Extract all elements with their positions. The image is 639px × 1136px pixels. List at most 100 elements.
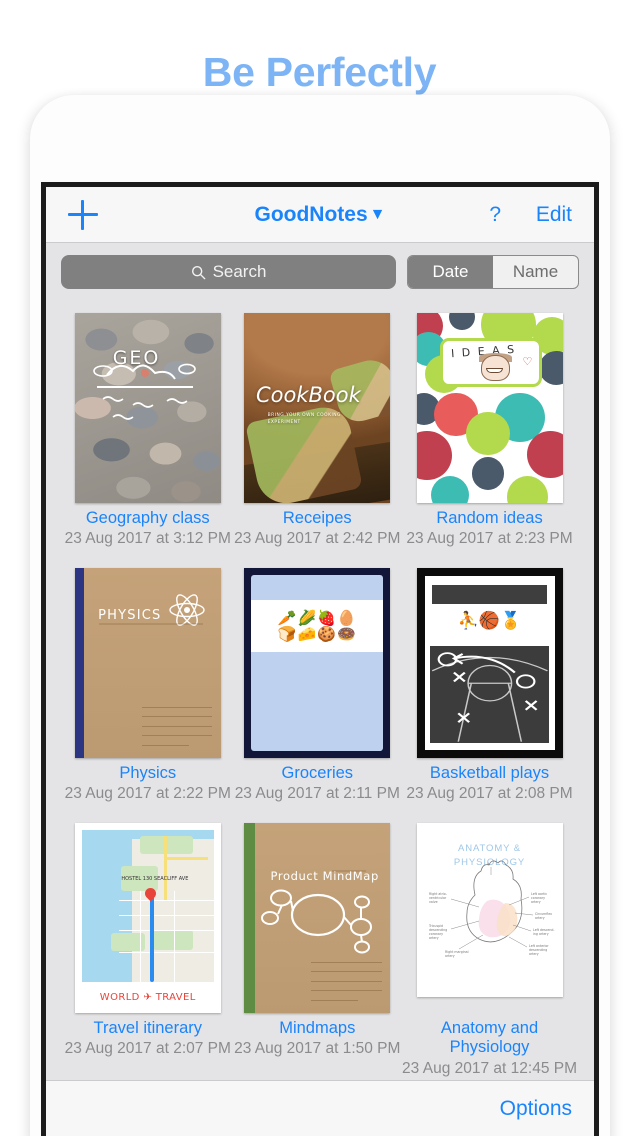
notebook-item[interactable]: PHYSICS Physics 23 Aug 2017 at 2:22 PM [63,568,233,823]
notebook-cover-pebbles[interactable]: GEO [74,313,221,503]
notebook-date: 23 Aug 2017 at 12:45 PM [402,1059,577,1077]
notebook-cover-basketball[interactable]: ⛹🏀🏅 [416,568,563,758]
search-placeholder: Search [212,262,267,281]
notebook-item[interactable]: 🥕🌽🍓🥚 🍞🧀🍪🍩 Groceries 23 Aug 2017 at 2:11 … [233,568,403,823]
cover-container[interactable]: 🥕🌽🍓🥚 🍞🧀🍪🍩 [244,568,391,758]
map-route [150,893,154,982]
svg-text:valve: valve [429,900,438,904]
svg-text:artery: artery [535,916,545,920]
notebook-title[interactable]: Physics [119,764,176,783]
edit-button[interactable]: Edit [536,203,572,227]
map-highway [163,836,167,900]
svg-text:artery: artery [529,952,539,956]
cover-art-band: 🥕🌽🍓🥚 🍞🧀🍪🍩 [251,599,384,653]
help-button[interactable]: ? [489,203,501,227]
cover-art-rule [141,706,212,708]
cover-art-rule [141,716,212,718]
search-input[interactable]: Search [61,255,396,289]
cover-art-header-bar [432,584,547,604]
notebook-title[interactable]: Mindmaps [279,1019,355,1038]
notebook-title[interactable]: Groceries [282,764,354,783]
notebook-item[interactable]: ANATOMY & PHYSIOLOGY Right atrio- ventri… [402,823,577,1078]
notebook-item[interactable]: GEO Geography class 23 Aug 2017 at 3:12 … [63,313,233,568]
notebook-date: 23 Aug 2017 at 1:50 PM [234,1040,401,1058]
cover-art-rule [311,971,382,973]
cover-art-label: CookBook [255,383,361,408]
notebook-title[interactable]: Anatomy and Physiology [441,1019,538,1058]
cover-container[interactable]: GEO [74,313,221,503]
map-street [139,890,142,982]
cover-container[interactable]: Product MindMap [244,823,391,1013]
notebook-cover-groceries[interactable]: 🥕🌽🍓🥚 🍞🧀🍪🍩 [244,568,391,758]
svg-text:artery: artery [445,954,455,958]
notebook-item[interactable]: ⛹🏀🏅 Basketball plays 23 Aug 2017 at 2:08… [402,568,577,823]
map-park [153,930,193,950]
options-button[interactable]: Options [500,1097,572,1121]
cover-art-court [429,645,550,744]
map-street [118,899,214,902]
notebook-item[interactable]: CookBook BRING YOUR OWN COOKING EXPERIME… [233,313,403,568]
search-icon [191,265,205,279]
notebook-item[interactable]: I D E A S ♡ Random ideas 23 Aug 2017 at … [402,313,577,568]
library-title-dropdown[interactable]: GoodNotes ▼ [46,203,594,227]
cover-container[interactable]: CookBook BRING YOUR OWN COOKING EXPERIME… [244,313,391,503]
notebook-grid: GEO Geography class 23 Aug 2017 at 3:12 … [46,301,594,1078]
cover-art-dot [416,430,452,481]
heart-diagram-icon: Right atrio-ventricularvalve Tricuspidde… [428,860,554,958]
cover-art-rule [311,990,382,992]
notebook-cover-cookbook[interactable]: CookBook BRING YOUR OWN COOKING EXPERIME… [244,313,391,503]
cover-container[interactable]: ⛹🏀🏅 [416,568,563,758]
mindmap-diagram-icon [261,870,373,954]
notebook-title[interactable]: Basketball plays [430,764,549,783]
cover-art-label: 🥕🌽🍓🥚 [277,609,357,627]
notebook-cover-dots[interactable]: I D E A S ♡ [416,313,563,503]
atom-icon [98,594,205,626]
search-inner: Search [191,262,267,282]
cover-art-rule [311,961,382,963]
notebook-cover-anatomy[interactable]: ANATOMY & PHYSIOLOGY Right atrio- ventri… [416,823,563,997]
cover-doodle-icon [92,363,196,420]
cover-container[interactable]: PHYSICS [74,568,221,758]
notebook-title[interactable]: Random ideas [436,509,542,528]
notebook-cover-mindmap[interactable]: Product MindMap [244,823,391,1013]
notebook-cover-physics[interactable]: PHYSICS [74,568,221,758]
svg-text:ing artery: ing artery [533,932,549,936]
library-scroll-area[interactable]: GEO Geography class 23 Aug 2017 at 3:12 … [46,301,594,1099]
notebook-title[interactable]: Geography class [86,509,210,528]
notebook-date: 23 Aug 2017 at 2:42 PM [234,530,401,548]
screenshot-root: Be Perfectly Organized GoodNotes▼ ? Edit [0,0,639,1136]
sort-segment-date[interactable]: Date [408,256,493,288]
map-land [131,839,214,982]
notebook-item[interactable]: Product MindMap Mindmaps 23 Aug 2017 at … [233,823,403,1078]
sort-segment-name[interactable]: Name [493,256,578,288]
notebook-date: 23 Aug 2017 at 2:07 PM [64,1040,231,1058]
navigation-bar: GoodNotes ▼ ? Edit [46,187,594,243]
cover-art-rule [141,725,212,727]
cover-art-rule [141,735,212,737]
map-street [174,890,176,982]
cover-art-label: WORLD ✈ TRAVEL [99,991,196,1003]
svg-text:artery: artery [531,900,541,904]
notebook-cover-travel[interactable]: HOSTEL 130 SEACLIFF AVE WORLD ✈ TRAVEL [74,823,221,1013]
notebook-title[interactable]: Receipes [283,509,352,528]
notebook-title-line-1: Anatomy and [440,1019,539,1037]
map-street [118,951,214,953]
cover-art-page: 🥕🌽🍓🥚 🍞🧀🍪🍩 [251,575,384,751]
map-highway [163,857,209,861]
cover-container[interactable]: ANATOMY & PHYSIOLOGY Right atrio- ventri… [416,823,563,1013]
cover-art-rule [141,744,189,746]
notebook-title[interactable]: Travel itinerary [94,1019,203,1038]
app-screen: GoodNotes ▼ ? Edit Search Date Name GEO … [46,187,594,1136]
notebook-date: 23 Aug 2017 at 2:11 PM [234,785,400,803]
cover-container[interactable]: HOSTEL 130 SEACLIFF AVE WORLD ✈ TRAVEL [74,823,221,1013]
cover-art-dot [539,351,563,386]
headline-line-1: Be Perfectly [202,49,437,95]
notebook-item[interactable]: HOSTEL 130 SEACLIFF AVE WORLD ✈ TRAVEL T… [63,823,233,1078]
cover-container[interactable]: I D E A S ♡ [416,313,563,503]
court-diagram-icon [431,651,548,742]
sort-segmented-control[interactable]: Date Name [407,255,579,289]
cover-art-rule [311,980,382,982]
search-sort-toolbar: Search Date Name [46,243,594,301]
cover-art-page: ⛹🏀🏅 [424,576,555,750]
map-street [118,915,214,917]
